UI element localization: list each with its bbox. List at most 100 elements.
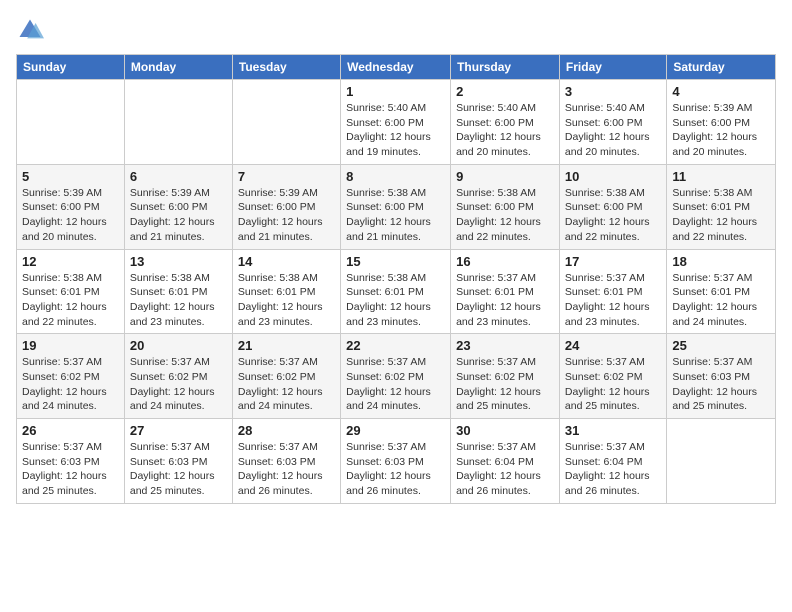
calendar-week-5: 26Sunrise: 5:37 AMSunset: 6:03 PMDayligh… [17, 419, 776, 504]
calendar-cell-1-2 [124, 80, 232, 165]
calendar-cell-5-2: 27 Sunrise: 5:37 AMSunset: 6:03 PMDayligh… [124, 419, 232, 504]
calendar-cell-5-4: 29 Sunrise: 5:37 AMSunset: 6:03 PMDayligh… [341, 419, 451, 504]
day-number: 12 [22, 254, 119, 269]
day-number: 9 [456, 169, 554, 184]
day-number: 6 [130, 169, 227, 184]
calendar-cell-3-3: 14 Sunrise: 5:38 AMSunset: 6:01 PMDayligh… [232, 249, 340, 334]
calendar-cell-3-7: 18 Sunrise: 5:37 AMSunset: 6:01 PMDayligh… [667, 249, 776, 334]
day-number: 3 [565, 84, 661, 99]
day-info: Sunrise: 5:38 AMSunset: 6:00 PMDaylight:… [346, 186, 445, 245]
day-info: Sunrise: 5:40 AMSunset: 6:00 PMDaylight:… [565, 101, 661, 160]
day-number: 8 [346, 169, 445, 184]
day-number: 14 [238, 254, 335, 269]
day-number: 23 [456, 338, 554, 353]
calendar-header-wednesday: Wednesday [341, 55, 451, 80]
day-number: 15 [346, 254, 445, 269]
day-number: 17 [565, 254, 661, 269]
day-info: Sunrise: 5:37 AMSunset: 6:01 PMDaylight:… [565, 271, 661, 330]
day-info: Sunrise: 5:37 AMSunset: 6:03 PMDaylight:… [672, 355, 770, 414]
day-number: 21 [238, 338, 335, 353]
day-number: 29 [346, 423, 445, 438]
calendar-header-tuesday: Tuesday [232, 55, 340, 80]
day-info: Sunrise: 5:37 AMSunset: 6:02 PMDaylight:… [238, 355, 335, 414]
calendar-table: SundayMondayTuesdayWednesdayThursdayFrid… [16, 54, 776, 504]
day-number: 25 [672, 338, 770, 353]
day-number: 27 [130, 423, 227, 438]
calendar-cell-5-1: 26Sunrise: 5:37 AMSunset: 6:03 PMDayligh… [17, 419, 125, 504]
calendar-cell-4-6: 24 Sunrise: 5:37 AMSunset: 6:02 PMDayligh… [559, 334, 666, 419]
logo-icon [16, 16, 44, 44]
calendar-cell-3-6: 17 Sunrise: 5:37 AMSunset: 6:01 PMDayligh… [559, 249, 666, 334]
day-number: 19 [22, 338, 119, 353]
calendar-cell-3-5: 16 Sunrise: 5:37 AMSunset: 6:01 PMDayligh… [451, 249, 560, 334]
day-number: 18 [672, 254, 770, 269]
day-info: Sunrise: 5:38 AMSunset: 6:01 PMDaylight:… [672, 186, 770, 245]
day-info: Sunrise: 5:37 AMSunset: 6:02 PMDaylight:… [456, 355, 554, 414]
calendar-cell-4-2: 20 Sunrise: 5:37 AMSunset: 6:02 PMDayligh… [124, 334, 232, 419]
calendar-cell-2-5: 9 Sunrise: 5:38 AMSunset: 6:00 PMDaylight… [451, 164, 560, 249]
day-info: Sunrise: 5:40 AMSunset: 6:00 PMDaylight:… [346, 101, 445, 160]
calendar-cell-1-4: 1 Sunrise: 5:40 AMSunset: 6:00 PMDaylight… [341, 80, 451, 165]
calendar-cell-5-6: 31Sunrise: 5:37 AMSunset: 6:04 PMDayligh… [559, 419, 666, 504]
calendar-cell-4-1: 19 Sunrise: 5:37 AMSunset: 6:02 PMDayligh… [17, 334, 125, 419]
calendar-header-thursday: Thursday [451, 55, 560, 80]
calendar-cell-2-6: 10 Sunrise: 5:38 AMSunset: 6:00 PMDayligh… [559, 164, 666, 249]
day-number: 4 [672, 84, 770, 99]
day-info: Sunrise: 5:37 AMSunset: 6:03 PMDaylight:… [130, 440, 227, 499]
day-info: Sunrise: 5:37 AMSunset: 6:02 PMDaylight:… [346, 355, 445, 414]
calendar-cell-1-1 [17, 80, 125, 165]
day-number: 30 [456, 423, 554, 438]
day-number: 20 [130, 338, 227, 353]
day-info: Sunrise: 5:40 AMSunset: 6:00 PMDaylight:… [456, 101, 554, 160]
day-info: Sunrise: 5:38 AMSunset: 6:00 PMDaylight:… [456, 186, 554, 245]
day-info: Sunrise: 5:39 AMSunset: 6:00 PMDaylight:… [672, 101, 770, 160]
day-number: 11 [672, 169, 770, 184]
day-info: Sunrise: 5:37 AMSunset: 6:03 PMDaylight:… [22, 440, 119, 499]
page-header [16, 16, 776, 44]
day-info: Sunrise: 5:37 AMSunset: 6:04 PMDaylight:… [456, 440, 554, 499]
day-info: Sunrise: 5:39 AMSunset: 6:00 PMDaylight:… [238, 186, 335, 245]
day-info: Sunrise: 5:37 AMSunset: 6:02 PMDaylight:… [130, 355, 227, 414]
calendar-cell-5-3: 28Sunrise: 5:37 AMSunset: 6:03 PMDayligh… [232, 419, 340, 504]
calendar-cell-1-6: 3 Sunrise: 5:40 AMSunset: 6:00 PMDaylight… [559, 80, 666, 165]
day-info: Sunrise: 5:37 AMSunset: 6:02 PMDaylight:… [22, 355, 119, 414]
day-number: 24 [565, 338, 661, 353]
day-info: Sunrise: 5:37 AMSunset: 6:01 PMDaylight:… [672, 271, 770, 330]
day-info: Sunrise: 5:38 AMSunset: 6:00 PMDaylight:… [565, 186, 661, 245]
calendar-week-1: 1 Sunrise: 5:40 AMSunset: 6:00 PMDaylight… [17, 80, 776, 165]
calendar-week-3: 12 Sunrise: 5:38 AMSunset: 6:01 PMDayligh… [17, 249, 776, 334]
day-info: Sunrise: 5:37 AMSunset: 6:02 PMDaylight:… [565, 355, 661, 414]
calendar-header-monday: Monday [124, 55, 232, 80]
calendar-cell-3-1: 12 Sunrise: 5:38 AMSunset: 6:01 PMDayligh… [17, 249, 125, 334]
calendar-cell-2-4: 8 Sunrise: 5:38 AMSunset: 6:00 PMDaylight… [341, 164, 451, 249]
calendar-header-row: SundayMondayTuesdayWednesdayThursdayFrid… [17, 55, 776, 80]
calendar-cell-2-2: 6Sunrise: 5:39 AMSunset: 6:00 PMDaylight… [124, 164, 232, 249]
day-number: 10 [565, 169, 661, 184]
calendar-cell-1-3 [232, 80, 340, 165]
day-info: Sunrise: 5:39 AMSunset: 6:00 PMDaylight:… [22, 186, 119, 245]
day-number: 1 [346, 84, 445, 99]
day-info: Sunrise: 5:38 AMSunset: 6:01 PMDaylight:… [238, 271, 335, 330]
day-number: 16 [456, 254, 554, 269]
day-number: 13 [130, 254, 227, 269]
calendar-header-friday: Friday [559, 55, 666, 80]
day-number: 22 [346, 338, 445, 353]
calendar-cell-4-5: 23 Sunrise: 5:37 AMSunset: 6:02 PMDayligh… [451, 334, 560, 419]
calendar-cell-3-2: 13 Sunrise: 5:38 AMSunset: 6:01 PMDayligh… [124, 249, 232, 334]
calendar-cell-1-5: 2Sunrise: 5:40 AMSunset: 6:00 PMDaylight… [451, 80, 560, 165]
day-number: 5 [22, 169, 119, 184]
calendar-cell-4-3: 21 Sunrise: 5:37 AMSunset: 6:02 PMDayligh… [232, 334, 340, 419]
day-number: 28 [238, 423, 335, 438]
day-info: Sunrise: 5:38 AMSunset: 6:01 PMDaylight:… [22, 271, 119, 330]
day-info: Sunrise: 5:38 AMSunset: 6:01 PMDaylight:… [130, 271, 227, 330]
calendar-week-2: 5 Sunrise: 5:39 AMSunset: 6:00 PMDaylight… [17, 164, 776, 249]
calendar-cell-4-4: 22 Sunrise: 5:37 AMSunset: 6:02 PMDayligh… [341, 334, 451, 419]
day-info: Sunrise: 5:37 AMSunset: 6:03 PMDaylight:… [346, 440, 445, 499]
logo [16, 16, 48, 44]
day-info: Sunrise: 5:37 AMSunset: 6:01 PMDaylight:… [456, 271, 554, 330]
day-number: 31 [565, 423, 661, 438]
calendar-header-sunday: Sunday [17, 55, 125, 80]
calendar-cell-2-7: 11 Sunrise: 5:38 AMSunset: 6:01 PMDayligh… [667, 164, 776, 249]
calendar-cell-4-7: 25 Sunrise: 5:37 AMSunset: 6:03 PMDayligh… [667, 334, 776, 419]
calendar-cell-2-1: 5 Sunrise: 5:39 AMSunset: 6:00 PMDaylight… [17, 164, 125, 249]
